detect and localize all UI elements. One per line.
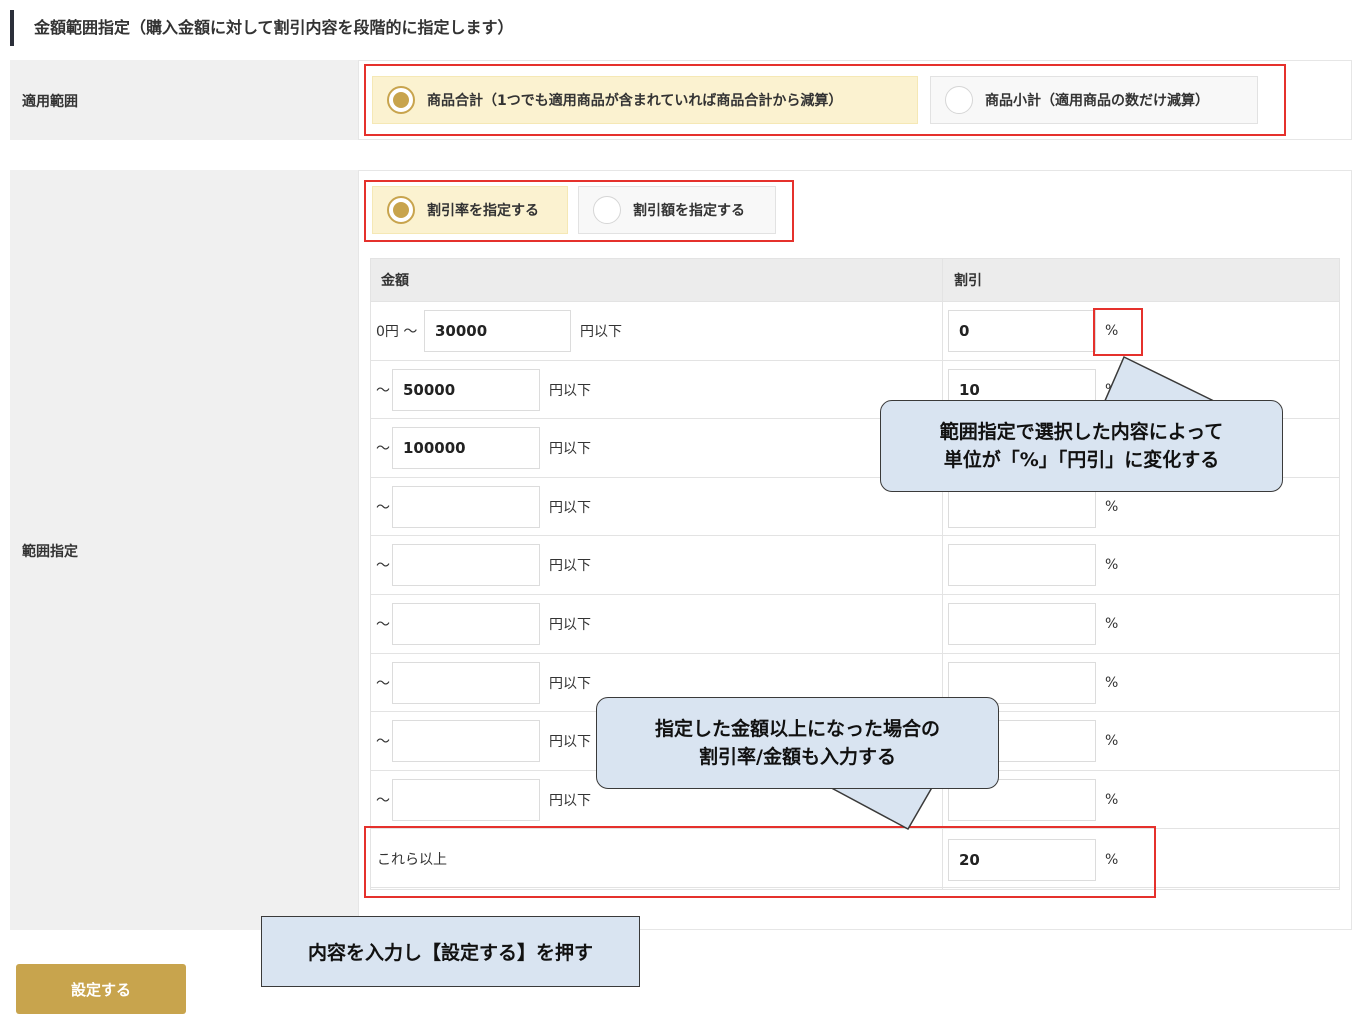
discount-input[interactable] bbox=[948, 544, 1096, 586]
amount-suffix: 円以下 bbox=[580, 324, 622, 340]
col-header-discount: 割引 bbox=[954, 273, 982, 289]
range-tilde: 〜 bbox=[376, 500, 390, 516]
amount-input[interactable] bbox=[392, 720, 540, 762]
amount-suffix: 円以下 bbox=[549, 676, 591, 692]
callout-unit-change: 範囲指定で選択した内容によって 単位が「%」「円引」に変化する bbox=[880, 400, 1283, 492]
discount-input[interactable] bbox=[948, 603, 1096, 645]
amount-input[interactable] bbox=[392, 779, 540, 821]
scope-highlight bbox=[364, 64, 1286, 136]
range-tilde: 〜 bbox=[376, 793, 390, 809]
range-start-label: 0円 〜 bbox=[376, 324, 418, 340]
amount-suffix: 円以下 bbox=[549, 793, 591, 809]
amount-suffix: 円以下 bbox=[549, 383, 591, 399]
range-tilde: 〜 bbox=[376, 558, 390, 574]
table-column-divider bbox=[942, 259, 943, 889]
amount-suffix: 円以下 bbox=[549, 734, 591, 750]
amount-input[interactable]: 30000 bbox=[424, 310, 571, 352]
discount-unit: % bbox=[1105, 499, 1119, 515]
callout-unit-line2: 単位が「%」「円引」に変化する bbox=[943, 449, 1220, 471]
range-tilde: 〜 bbox=[376, 734, 390, 750]
scope-label: 適用範囲 bbox=[22, 94, 78, 110]
col-header-amount: 金額 bbox=[381, 273, 409, 289]
range-label: 範囲指定 bbox=[22, 544, 78, 560]
last-row-highlight bbox=[364, 826, 1156, 898]
discount-unit: % bbox=[1105, 733, 1119, 749]
amount-input[interactable]: 50000 bbox=[392, 369, 540, 411]
row-divider bbox=[371, 653, 1339, 654]
discount-input[interactable]: 0 bbox=[948, 310, 1096, 352]
callout-above-line1: 指定した金額以上になった場合の bbox=[654, 718, 940, 740]
submit-note: 内容を入力し【設定する】を押す bbox=[261, 916, 640, 987]
range-tilde: 〜 bbox=[376, 441, 390, 457]
row-divider bbox=[371, 594, 1339, 595]
discount-unit: % bbox=[1105, 792, 1119, 808]
amount-input[interactable]: 100000 bbox=[392, 427, 540, 469]
amount-input[interactable] bbox=[392, 603, 540, 645]
discount-unit: % bbox=[1105, 557, 1119, 573]
range-tilde: 〜 bbox=[376, 617, 390, 633]
range-tilde: 〜 bbox=[376, 676, 390, 692]
amount-suffix: 円以下 bbox=[549, 500, 591, 516]
submit-button[interactable]: 設定する bbox=[16, 964, 186, 1014]
unit-highlight bbox=[1093, 308, 1143, 356]
discount-unit: % bbox=[1105, 616, 1119, 632]
amount-input[interactable] bbox=[392, 544, 540, 586]
page-title: 金額範囲指定（購入金額に対して割引内容を段階的に指定します） bbox=[10, 10, 514, 46]
range-tilde: 〜 bbox=[376, 383, 390, 399]
amount-input[interactable] bbox=[392, 486, 540, 528]
callout-above-line2: 割引率/金額も入力する bbox=[699, 746, 896, 768]
callout-above-amount: 指定した金額以上になった場合の 割引率/金額も入力する bbox=[596, 697, 999, 789]
type-highlight bbox=[364, 180, 794, 242]
discount-input[interactable] bbox=[948, 486, 1096, 528]
discount-unit: % bbox=[1105, 675, 1119, 691]
callout-unit-pointer-cover bbox=[1105, 401, 1213, 407]
row-divider bbox=[371, 301, 1339, 302]
callout-above-pointer-cover bbox=[826, 782, 928, 788]
row-divider bbox=[371, 535, 1339, 536]
table-header bbox=[371, 259, 1339, 301]
amount-input[interactable] bbox=[392, 662, 540, 704]
amount-suffix: 円以下 bbox=[549, 558, 591, 574]
amount-suffix: 円以下 bbox=[549, 441, 591, 457]
callout-unit-line1: 範囲指定で選択した内容によって bbox=[939, 421, 1224, 443]
amount-suffix: 円以下 bbox=[549, 617, 591, 633]
